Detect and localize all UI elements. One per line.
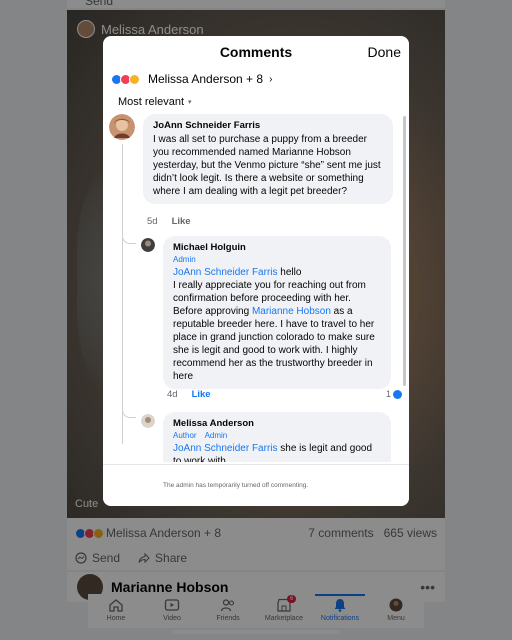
like-reaction-icon	[393, 389, 403, 399]
scrollbar[interactable]	[403, 116, 406, 386]
mention-link[interactable]: JoAnn Schneider Farris	[173, 267, 278, 278]
role-badges: Admin	[173, 255, 381, 264]
comment-meta: 4d Like	[167, 389, 211, 400]
reaction-count-number: 1	[386, 389, 392, 399]
avatar[interactable]	[141, 414, 155, 428]
modal-header: Comments Done	[103, 36, 409, 68]
modal-title: Comments	[219, 44, 293, 60]
thread-connector	[122, 234, 136, 244]
avatar[interactable]	[109, 114, 135, 140]
reply-item: Melissa Anderson Author Admin JoAnn Schn…	[141, 412, 391, 462]
sort-label: Most relevant	[118, 96, 185, 108]
comment-bubble[interactable]: JoAnn Schneider Farris I was all set to …	[143, 114, 393, 204]
comment-item: JoAnn Schneider Farris I was all set to …	[109, 114, 393, 204]
comment-timestamp[interactable]: 5d	[147, 216, 158, 227]
comments-modal: Comments Done Melissa Anderson + 8 › Mos…	[103, 36, 409, 506]
comments-list[interactable]: JoAnn Schneider Farris I was all set to …	[103, 114, 409, 462]
mention-link[interactable]: Marianne Hobson	[252, 306, 331, 317]
reaction-count[interactable]: 1	[386, 389, 403, 399]
comment-text: JoAnn Schneider Farris hello I really ap…	[173, 266, 381, 383]
comments-disabled-notice: The admin has temporarily turned off com…	[103, 464, 409, 506]
like-button[interactable]: Like	[192, 389, 211, 400]
comment-text: JoAnn Schneider Farris she is legit and …	[173, 442, 381, 462]
reactors-text: Melissa Anderson + 8	[148, 72, 264, 86]
reactors-row[interactable]: Melissa Anderson + 8 ›	[103, 68, 409, 90]
comment-author[interactable]: Melissa Anderson	[173, 418, 381, 429]
comment-timestamp[interactable]: 4d	[167, 389, 178, 400]
comment-meta: 5d Like	[147, 216, 191, 227]
admin-badge: Admin	[173, 255, 196, 264]
comment-author[interactable]: JoAnn Schneider Farris	[153, 120, 383, 131]
done-button[interactable]: Done	[368, 44, 401, 60]
comment-bubble[interactable]: Michael Holguin Admin JoAnn Schneider Fa…	[163, 236, 391, 389]
comment-text: I was all set to purchase a puppy from a…	[153, 134, 381, 197]
avatar[interactable]	[141, 238, 155, 252]
reply-item: Michael Holguin Admin JoAnn Schneider Fa…	[141, 236, 391, 389]
like-button[interactable]: Like	[172, 216, 191, 227]
care-reaction-icon	[129, 73, 140, 85]
chevron-right-icon: ›	[269, 73, 273, 85]
comment-text-part: as a reputable breeder here. I have to t…	[173, 306, 375, 382]
author-badge: Author	[173, 431, 197, 440]
reaction-icons	[111, 73, 140, 85]
thread-connector	[122, 408, 136, 418]
mention-link[interactable]: JoAnn Schneider Farris	[173, 443, 278, 454]
comment-author[interactable]: Michael Holguin	[173, 242, 381, 253]
admin-badge: Admin	[204, 431, 228, 440]
chevron-down-icon: ▾	[188, 99, 192, 106]
role-badges: Author Admin	[173, 431, 381, 440]
footer-text: The admin has temporarily turned off com…	[163, 482, 309, 489]
comment-bubble[interactable]: Melissa Anderson Author Admin JoAnn Schn…	[163, 412, 391, 462]
sort-dropdown[interactable]: Most relevant ▾	[103, 90, 409, 114]
